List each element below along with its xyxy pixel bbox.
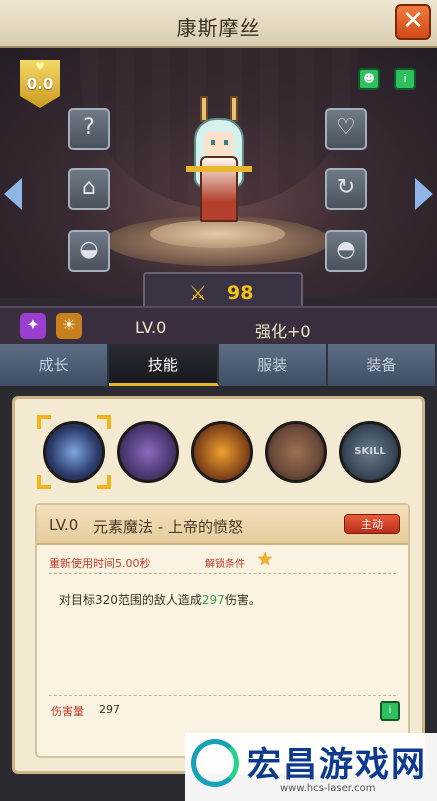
cap-slot-icon[interactable]: ◒ [68, 230, 110, 272]
lion-icon: ☀ [56, 313, 82, 339]
header-bar: 康斯摩丝 ✕ [0, 0, 437, 48]
star-icon[interactable]: ★ [257, 549, 273, 570]
skill-level: LV.0 [49, 516, 79, 534]
info-bar: ✦ ☀ LV.0 强化+0 [0, 306, 437, 344]
skill-selection-frame [37, 415, 111, 489]
tab-skills[interactable]: 技能 [109, 344, 219, 386]
watermark-text: 宏昌游戏网 [247, 745, 427, 785]
tab-costume[interactable]: 服装 [218, 344, 328, 386]
watermark: 宏昌游戏网 www.hcs-laser.com [185, 733, 437, 801]
combat-power-box: ⚔ 98 [143, 272, 303, 310]
magic-class-icon: ✦ [20, 313, 46, 339]
skill-4-icon[interactable] [265, 421, 327, 483]
next-character-arrow-icon[interactable] [415, 178, 433, 210]
divider [49, 695, 396, 696]
swords-icon: ⚔ [189, 281, 207, 305]
info-icon[interactable]: i [380, 701, 400, 721]
profile-icon[interactable]: ☻ [358, 68, 380, 90]
character-level: LV.0 [135, 318, 167, 337]
watermark-url: www.hcs-laser.com [280, 783, 376, 794]
skill-3-icon[interactable] [191, 421, 253, 483]
skill-2-icon[interactable] [117, 421, 179, 483]
page-title: 康斯摩丝 [176, 16, 261, 40]
favor-value: 0.0 [26, 75, 54, 93]
armor-slot-icon[interactable]: ⌂ [68, 168, 110, 210]
skill-5-icon[interactable]: SKILL [339, 421, 401, 483]
enhance-level: 强化+0 [255, 322, 311, 341]
watermark-logo-icon [191, 739, 239, 787]
favor-badge[interactable]: ♥ 0.0 [20, 60, 60, 108]
skill-slot-icon[interactable]: ? [68, 108, 110, 150]
heart-icon: ♥ [35, 60, 45, 73]
close-button[interactable]: ✕ [395, 4, 431, 40]
skill-detail-card: LV.0 元素魔法 - 上帝的愤怒 主动 重新使用时间5.00秒 解锁条件 ★ … [35, 503, 410, 758]
tab-equipment[interactable]: 装备 [327, 344, 437, 386]
skill-detail-header: LV.0 元素魔法 - 上帝的愤怒 主动 [37, 505, 408, 545]
skills-panel: SKILL LV.0 元素魔法 - 上帝的愤怒 主动 重新使用时间5.00秒 解… [12, 396, 425, 774]
damage-value: 297 [99, 703, 120, 716]
divider [49, 573, 396, 574]
character-stage: ♥ 0.0 ☻ i ? ⌂ ◒ ♡ ↻ ◓ [0, 48, 437, 298]
skill-type-badge: 主动 [344, 514, 400, 534]
unlock-condition-label: 解锁条件 [205, 559, 245, 570]
tab-bar: 成长 技能 服装 装备 [0, 344, 437, 386]
prev-character-arrow-icon[interactable] [4, 178, 22, 210]
tab-growth[interactable]: 成长 [0, 344, 110, 386]
heart-slot-icon[interactable]: ♡ [325, 108, 367, 150]
hat-slot-icon[interactable]: ◓ [325, 230, 367, 272]
combat-power-value: 98 [227, 282, 254, 304]
skill-description: 对目标320范围的敌人造成297伤害。 [59, 593, 261, 607]
skill-name: 元素魔法 - 上帝的愤怒 [93, 518, 243, 536]
damage-label: 伤害量 [51, 705, 84, 718]
ring-slot-icon[interactable]: ↻ [325, 168, 367, 210]
info-icon[interactable]: i [394, 68, 416, 90]
cooldown-label: 重新使用时间5.00秒 [49, 557, 151, 570]
character-sprite [186, 96, 252, 236]
